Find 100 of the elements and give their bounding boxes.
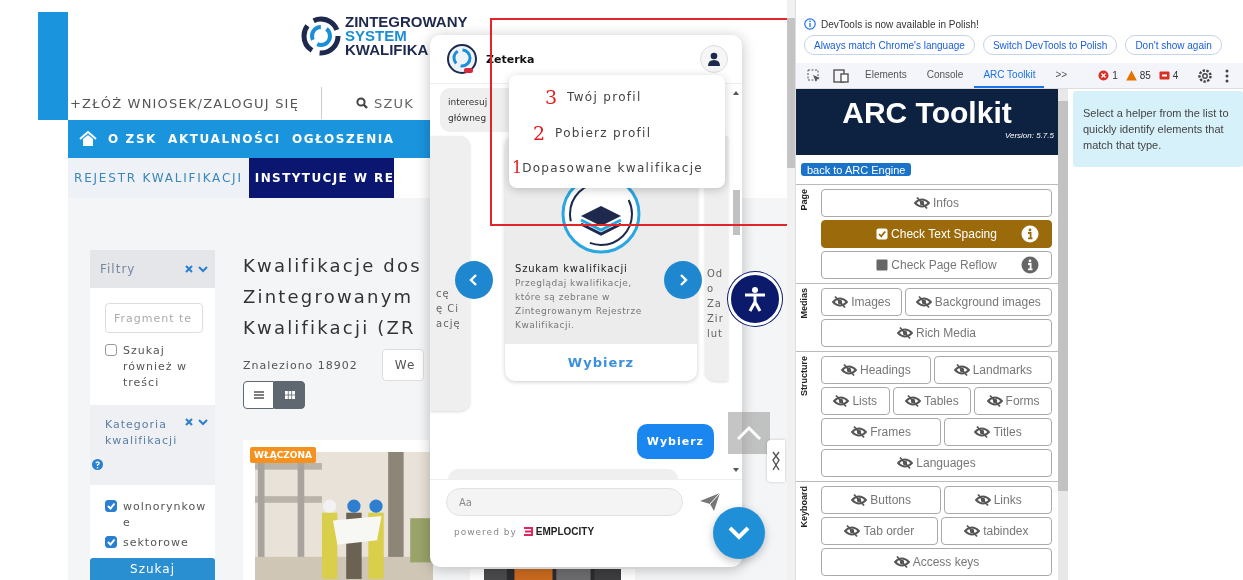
toggle-button[interactable]: Check Page Reflow xyxy=(821,251,1052,279)
chevron-down-icon xyxy=(197,417,209,427)
inspect-icon xyxy=(807,68,821,83)
user-message: Wybierz xyxy=(636,424,714,459)
logo-icon xyxy=(300,15,342,57)
brand-name: EMPLOCITY xyxy=(535,526,595,537)
counter-badge[interactable]: 1 xyxy=(1098,70,1118,81)
hidden-eye-icon xyxy=(905,394,921,408)
helper-button[interactable]: Headings xyxy=(821,356,931,384)
hidden-eye-icon xyxy=(953,363,970,377)
chevron-down-icon xyxy=(727,525,751,541)
carousel-card[interactable]: cę ę Ci ację xyxy=(430,136,470,411)
hidden-eye-icon xyxy=(851,425,868,439)
counter-badge[interactable]: 4 xyxy=(1158,70,1179,81)
scroll-down-icon xyxy=(732,467,740,473)
side-tab[interactable] xyxy=(767,440,785,482)
helper-button[interactable]: Buttons xyxy=(821,486,942,514)
helper-button[interactable]: Titles xyxy=(944,418,1052,446)
scrollbar-thumb[interactable] xyxy=(732,190,740,235)
select-link[interactable]: Wybierz xyxy=(505,344,697,381)
checkbox[interactable] xyxy=(105,500,117,512)
hidden-eye-icon xyxy=(841,363,857,377)
list-view-button[interactable] xyxy=(243,381,274,409)
helper-button[interactable]: tabindex xyxy=(940,517,1052,545)
devtools-tab[interactable]: Console xyxy=(917,63,973,88)
scrollbar[interactable] xyxy=(1058,89,1068,580)
info-icon xyxy=(1021,256,1039,274)
hidden-eye-icon xyxy=(964,524,981,538)
toggle-button[interactable]: Check Text Spacing xyxy=(821,220,1052,248)
logo-line: ZINTEGROWANY xyxy=(345,15,468,29)
section-label: Keyboard xyxy=(798,486,810,528)
sort-dropdown[interactable]: We xyxy=(381,349,425,381)
hidden-eye-icon xyxy=(897,326,913,340)
annotation-number: 3 xyxy=(545,86,558,108)
helper-button[interactable]: Frames xyxy=(821,418,942,446)
message-field[interactable]: Aa xyxy=(446,488,683,516)
hidden-eye-icon xyxy=(833,394,850,408)
checkbox[interactable] xyxy=(105,344,117,356)
checkbox-icon xyxy=(876,259,889,271)
chevron-down-icon xyxy=(197,264,209,274)
logo-line: KWALIFIKA xyxy=(345,43,430,57)
helper-button[interactable]: Background images xyxy=(904,288,1052,316)
nav-link[interactable]: OGŁOSZENIA xyxy=(291,132,395,146)
helper-button[interactable]: Links xyxy=(944,486,1052,514)
grid-view-button[interactable] xyxy=(274,381,305,409)
nav-link[interactable]: O ZSK xyxy=(108,132,158,146)
card-text: Od o Za Zir lut xyxy=(707,267,724,341)
page-heading: Kwalifikacje dos Zintegrowanym Kwalifikacji (ZR xyxy=(243,254,423,340)
error-icon xyxy=(1098,70,1110,81)
issue-icon xyxy=(1158,70,1170,81)
checkbox[interactable] xyxy=(105,536,117,548)
checkbox-checked-icon xyxy=(876,228,889,240)
chat-logo-icon xyxy=(446,43,478,75)
close-icon xyxy=(184,417,194,427)
filter-title: Filtry xyxy=(100,262,136,276)
helper-button[interactable]: Images xyxy=(821,288,902,316)
helper-button[interactable]: Lists xyxy=(821,387,890,415)
card-title: Szukam kwalifikacji xyxy=(515,262,629,276)
profile-button[interactable] xyxy=(700,45,728,73)
hidden-eye-icon xyxy=(832,295,849,309)
notice-button[interactable]: Switch DevTools to Polish xyxy=(982,35,1118,55)
back-button[interactable]: back to ARC Engine xyxy=(801,163,912,176)
logo-line: SYSTEM xyxy=(345,29,408,43)
category-title: Kategoria kwalifikacji xyxy=(105,417,179,449)
info-icon xyxy=(804,18,816,30)
apply-link[interactable]: +ZŁÓŻ WNIOSEK/ZALOGUJ SIĘ xyxy=(70,95,300,111)
helper-button[interactable]: Languages xyxy=(821,449,1052,477)
info-message: Select a helper from the list to quickly identify elements that match that type. xyxy=(1073,91,1243,167)
warning-icon xyxy=(1125,70,1137,81)
search-icon xyxy=(356,97,369,109)
nav-link[interactable]: AKTUALNOŚCI xyxy=(168,132,281,146)
devtools-tab[interactable]: Elements xyxy=(856,63,916,88)
notice-button[interactable]: Always match Chrome's language xyxy=(804,35,975,55)
hidden-eye-icon xyxy=(914,196,930,210)
grid-icon xyxy=(283,390,296,400)
nav-tab[interactable]: INSTYTUCJE W RE xyxy=(248,158,395,198)
send-button[interactable] xyxy=(699,492,721,512)
helper-button[interactable]: Tab order xyxy=(821,517,938,545)
scroll-up-icon xyxy=(732,90,740,96)
helper-button[interactable]: Tables xyxy=(892,387,972,415)
helper-button[interactable]: Access keys xyxy=(821,548,1052,576)
helper-button[interactable]: Infos xyxy=(821,189,1052,217)
more-tabs-button[interactable]: >> xyxy=(1046,63,1077,88)
counter-badge[interactable]: 85 xyxy=(1125,70,1151,81)
scrollbar[interactable] xyxy=(787,0,795,580)
search-field[interactable]: Fragment te xyxy=(105,303,203,333)
menu-item[interactable]: Twój profil xyxy=(567,90,642,104)
helper-button[interactable]: Landmarks xyxy=(933,356,1052,384)
search-button[interactable]: Szukaj xyxy=(90,558,215,580)
hidden-eye-icon xyxy=(915,295,932,309)
helper-button[interactable]: Forms xyxy=(974,387,1052,415)
notice-button[interactable]: Don't show again xyxy=(1125,35,1222,55)
previous-button[interactable] xyxy=(455,261,493,299)
home-link[interactable] xyxy=(79,131,97,147)
search-link[interactable]: SZUK xyxy=(356,95,415,111)
hidden-eye-icon xyxy=(844,524,861,538)
status-badge: WŁĄCZONA xyxy=(250,447,316,463)
nav-tab[interactable]: REJESTR KWALIFIKACJI xyxy=(68,158,249,198)
helper-button[interactable]: Rich Media xyxy=(821,319,1052,347)
notice-text: DevTools is now available in Polish! xyxy=(821,18,979,30)
